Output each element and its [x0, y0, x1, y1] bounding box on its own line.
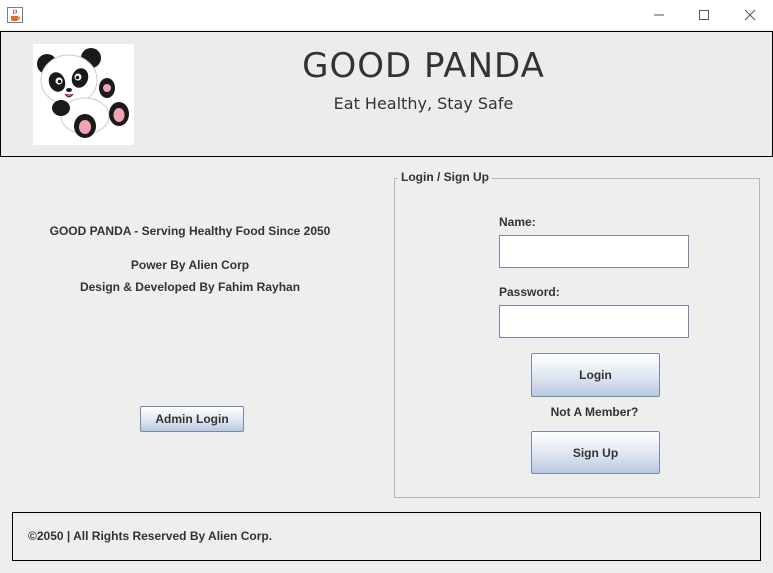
info-developer: Design & Developed By Fahim Rayhan — [79, 280, 301, 294]
login-panel-legend: Login / Sign Up — [398, 170, 492, 184]
name-label: Name: — [499, 215, 536, 229]
minimize-button[interactable] — [636, 0, 682, 30]
info-tagline: GOOD PANDA - Serving Healthy Food Since … — [49, 224, 331, 238]
not-member-text: Not A Member? — [550, 405, 639, 419]
panda-logo — [33, 44, 134, 145]
window-titlebar — [0, 0, 773, 30]
info-power-by: Power By Alien Corp — [130, 258, 250, 272]
copyright-text: ©2050 | All Rights Reserved By Alien Cor… — [28, 529, 273, 543]
signup-button[interactable]: Sign Up — [531, 431, 660, 474]
close-button[interactable] — [727, 0, 773, 30]
maximize-icon — [699, 10, 709, 20]
login-button[interactable]: Login — [531, 353, 660, 397]
name-field[interactable] — [499, 235, 689, 268]
header-banner: GOOD PANDA Eat Healthy, Stay Safe — [0, 31, 773, 157]
app-title: GOOD PANDA — [302, 46, 545, 86]
password-label: Password: — [499, 285, 560, 299]
close-icon — [744, 9, 756, 21]
maximize-button[interactable] — [681, 0, 727, 30]
footer-panel: ©2050 | All Rights Reserved By Alien Cor… — [12, 512, 761, 561]
password-field[interactable] — [499, 305, 689, 338]
java-coffee-icon — [7, 7, 23, 23]
admin-login-button[interactable]: Admin Login — [140, 406, 244, 432]
minimize-icon — [654, 14, 664, 16]
app-subtitle: Eat Healthy, Stay Safe — [333, 94, 514, 113]
